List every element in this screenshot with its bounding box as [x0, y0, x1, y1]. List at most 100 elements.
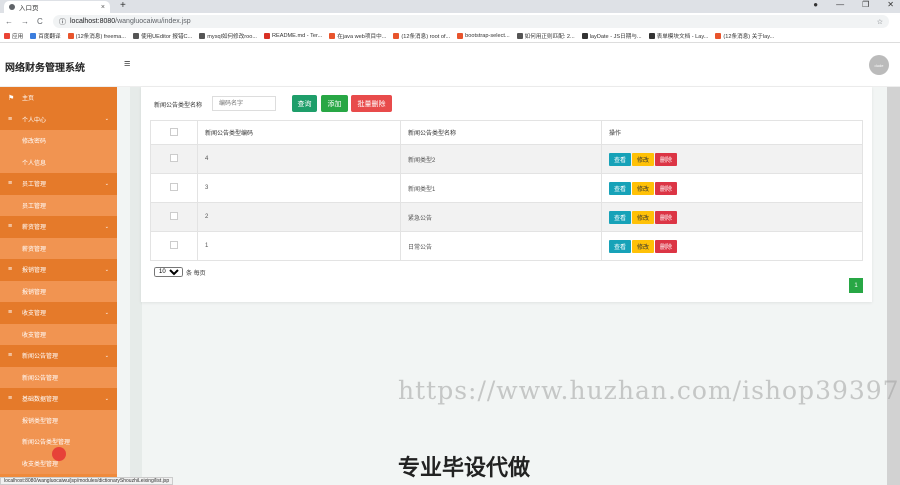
view-button[interactable]: 查看 [609, 210, 632, 224]
maximize-button[interactable]: ❐ [862, 0, 869, 9]
view-button[interactable]: 查看 [609, 239, 632, 253]
sidebar-item-label: 新闻公告类型管理 [22, 440, 71, 447]
sidebar-item-label: 主页 [22, 96, 35, 103]
app-title: 网络财务管理系统 [5, 63, 85, 74]
sidebar-item-label: 报销类型管理 [22, 418, 59, 425]
sidebar-group[interactable]: ≡ 报销管理 ⌄ [0, 259, 117, 281]
back-button[interactable]: ← [5, 17, 13, 26]
search-input[interactable] [212, 96, 276, 111]
cell-actions: 查看 修改 删除 [601, 144, 863, 174]
delete-button[interactable]: 删除 [655, 181, 678, 195]
bulk-delete-button[interactable]: 批量删除 [351, 95, 392, 112]
row-select-cell [150, 202, 198, 232]
avatar[interactable]: dude [869, 55, 889, 75]
url-host: localhost:8080 [70, 18, 116, 25]
close-window-button[interactable]: ✕ [887, 0, 894, 9]
bookmark-favicon-icon [648, 33, 655, 39]
bookmark-label: (12条消息) 关于lay... [723, 34, 775, 40]
bookmark-item[interactable]: mysql如何修改roo... [199, 32, 257, 40]
sidebar-group[interactable]: ≡ 薪资管理 ⌄ [0, 216, 117, 238]
sidebar-item[interactable]: 员工管理 [0, 194, 117, 216]
bookmark-item[interactable]: 应用 [4, 32, 23, 40]
sidebar-group[interactable]: ≡ 新闻公告管理 ⌄ [0, 345, 117, 367]
sidebar-item[interactable]: 报销类型管理 [0, 409, 117, 431]
sidebar-item-label: 收支类型管理 [22, 461, 59, 468]
header-code: 新闻公告类型编码 [197, 120, 401, 145]
sidebar-item[interactable]: 个人信息 [0, 151, 117, 173]
cell-name: 新闻类型2 [400, 144, 602, 174]
sidebar-item[interactable]: 新闻公告管理 [0, 366, 117, 388]
bookmark-item[interactable]: (12条消息) freema... [67, 32, 126, 40]
data-table: 新闻公告类型编码 新闻公告类型名称 操作 4 新闻类型2 查看 修改 删除 3 新闻类型1 查… [150, 120, 863, 261]
watermark-slogan: 专业毕设代做 [398, 456, 531, 481]
bookmark-item[interactable]: 表单模块文档 - Lay... [648, 32, 708, 40]
bookmark-label: layDate - JS日期与... [589, 34, 642, 40]
sidebar-group[interactable]: ≡ 个人中心 ⌄ [0, 108, 117, 130]
row-checkbox[interactable] [170, 183, 178, 191]
edit-button[interactable]: 修改 [632, 152, 655, 166]
delete-button[interactable]: 删除 [655, 239, 678, 253]
sidebar-item-label: 报销管理 [22, 268, 47, 275]
bookmark-item[interactable]: 使用UEditor 报错C... [132, 32, 192, 40]
sidebar-item[interactable]: 修改密码 [0, 130, 117, 152]
page-size-select[interactable]: 10 [154, 267, 183, 277]
cell-name: 新闻类型1 [400, 173, 602, 203]
bookmark-favicon-icon [329, 33, 336, 39]
list-card: 新闻公告类型名称 查询 添加 批量删除 新闻公告类型编码 新闻公告类型名称 操作… [141, 87, 872, 302]
sidebar-item[interactable]: 薪资管理 [0, 237, 117, 259]
edit-button[interactable]: 修改 [632, 239, 655, 253]
row-checkbox[interactable] [170, 154, 178, 162]
browser-tab[interactable]: 入口页 × [4, 1, 110, 13]
sidebar-item-label: 个人中心 [22, 117, 47, 124]
sidebar-group[interactable]: ⚑ 主页 [0, 87, 117, 109]
table-row: 4 新闻类型2 查看 修改 删除 [150, 144, 863, 174]
query-button[interactable]: 查询 [292, 95, 317, 112]
row-checkbox[interactable] [170, 241, 178, 249]
list-icon: ≡ [8, 180, 13, 188]
edit-button[interactable]: 修改 [632, 181, 655, 195]
delete-button[interactable]: 删除 [655, 152, 678, 166]
view-button[interactable]: 查看 [609, 181, 632, 195]
bookmark-item[interactable]: layDate - JS日期与... [581, 32, 642, 40]
bookmark-label: 应用 [12, 34, 24, 40]
cell-code: 1 [197, 231, 401, 261]
sidebar-item[interactable]: 报销管理 [0, 280, 117, 302]
scrollbar-track[interactable] [887, 87, 900, 485]
page-1-button[interactable]: 1 [849, 278, 863, 293]
menu-toggle-icon[interactable]: ≡ [124, 58, 130, 70]
sidebar-item-label: 新闻公告管理 [22, 375, 59, 382]
bookmark-label: 百度翻译 [38, 34, 61, 40]
add-button[interactable]: 添加 [321, 95, 348, 112]
edit-button[interactable]: 修改 [632, 210, 655, 224]
minimize-button[interactable]: — [836, 0, 844, 9]
bookmark-item[interactable]: README.md - Ter... [263, 33, 322, 39]
bookmark-item[interactable]: bootstrap-select... [457, 33, 510, 39]
close-tab-icon[interactable]: × [101, 4, 105, 11]
bookmark-item[interactable]: (12条消息) root of... [393, 32, 450, 40]
view-button[interactable]: 查看 [609, 152, 632, 166]
sidebar-item-label: 报销管理 [22, 289, 47, 296]
bookmark-item[interactable]: 在java web项目中... [329, 32, 386, 40]
sidebar-group[interactable]: ≡ 基础数据管理 ⌄ [0, 388, 117, 410]
bookmark-item[interactable]: 百度翻译 [30, 32, 61, 40]
url-field[interactable]: ⓘ localhost:8080/wangluocaiwu/index.jsp … [53, 15, 889, 28]
bookmark-item[interactable]: 如何用正则匹配: 2... [516, 32, 575, 40]
delete-button[interactable]: 删除 [655, 210, 678, 224]
forward-button[interactable]: → [21, 17, 29, 26]
reload-button[interactable]: C [37, 17, 43, 26]
profile-icon[interactable]: ● [813, 0, 818, 9]
cell-code: 2 [197, 202, 401, 232]
bookmark-item[interactable]: (12条消息) 关于lay... [715, 32, 774, 40]
bookmark-favicon-icon [4, 33, 10, 39]
select-all-checkbox[interactable] [170, 127, 178, 136]
cell-name: 日常公告 [400, 231, 602, 261]
sidebar-item[interactable]: 收支管理 [0, 323, 117, 345]
bookmark-favicon-icon [67, 33, 74, 39]
sidebar-group[interactable]: ≡ 收支管理 ⌄ [0, 302, 117, 324]
table-row: 3 新闻类型1 查看 修改 删除 [150, 173, 863, 203]
row-checkbox[interactable] [170, 212, 178, 220]
bookmark-star-icon[interactable]: ☆ [877, 18, 883, 26]
sidebar-group[interactable]: ≡ 员工管理 ⌄ [0, 173, 117, 195]
select-all-header [150, 120, 198, 145]
new-tab-button[interactable]: + [120, 0, 126, 11]
